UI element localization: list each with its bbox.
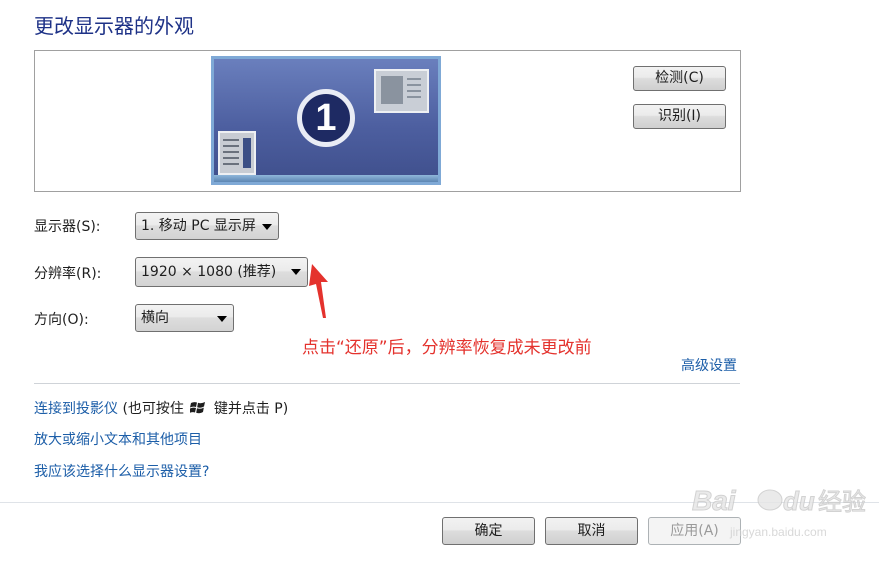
chevron-down-icon [217,316,227,322]
orientation-select[interactable]: 横向 [135,304,234,332]
window-thumbnail-icon [374,69,429,113]
chevron-down-icon [291,269,301,275]
taskbar-strip [214,175,438,182]
windows-key-icon [190,402,206,414]
chevron-down-icon [262,224,272,230]
resolution-select[interactable]: 1920 × 1080 (推荐) [135,257,308,287]
red-arrow-icon [309,264,328,318]
resolution-select-value: 1920 × 1080 (推荐) [141,264,277,280]
advanced-settings-link[interactable]: 高级设置 [681,355,737,375]
orientation-label: 方向(O): [34,312,89,328]
sidebar-thumbnail-icon [218,131,256,175]
display-select[interactable]: 1. 移动 PC 显示屏 [135,212,279,240]
svg-text:du: du [783,486,815,516]
zoom-text-link[interactable]: 放大或缩小文本和其他项目 [34,429,202,449]
display-select-value: 1. 移动 PC 显示屏 [141,218,256,234]
projector-hint-before: (也可按住 [122,401,184,417]
divider [34,383,740,384]
baidu-watermark-logo: Bai du 经验 jingyan.baidu.com [692,485,867,540]
resolution-label: 分辨率(R): [34,266,102,282]
display-settings-help-link[interactable]: 我应该选择什么显示器设置? [34,461,209,481]
identify-button[interactable]: 识别(I) [633,104,726,129]
projector-row: 连接到投影仪 (也可按住 键并点击 P) [34,398,288,418]
page-title: 更改显示器的外观 [34,14,194,38]
monitor-number-badge: 1 [297,89,355,147]
projector-hint-after: 键并点击 P) [213,401,289,417]
svg-text:Bai: Bai [692,485,737,516]
orientation-select-value: 横向 [141,310,169,326]
detect-button[interactable]: 检测(C) [633,66,726,91]
connect-projector-link[interactable]: 连接到投影仪 [34,401,118,417]
annotation-text: 点击“还原”后，分辨率恢复成未更改前 [302,338,592,358]
svg-text:经验: 经验 [818,488,866,516]
ok-button[interactable]: 确定 [442,517,535,545]
display-label: 显示器(S): [34,219,101,235]
cancel-button[interactable]: 取消 [545,517,638,545]
monitor-1-thumbnail[interactable]: 1 [211,56,441,185]
svg-text:jingyan.baidu.com: jingyan.baidu.com [729,525,827,539]
